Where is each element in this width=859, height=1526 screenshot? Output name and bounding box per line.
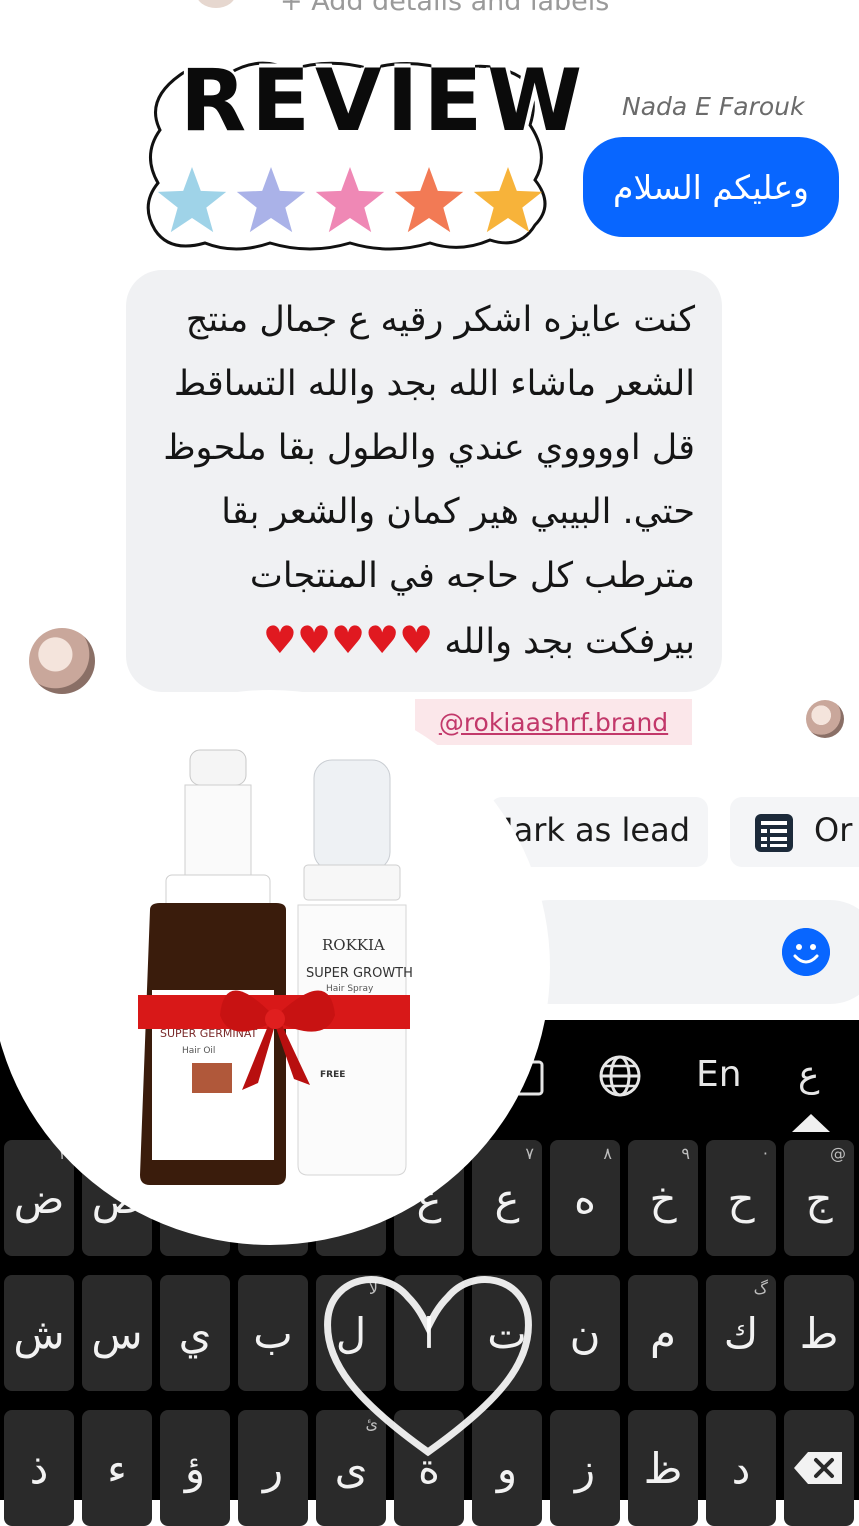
emoji-icon[interactable]	[782, 928, 830, 976]
key-label: ر	[262, 1443, 284, 1493]
incoming-message-text: كنت عايزه اشكر رقيه ع جمال منتج الشعر ما…	[150, 288, 695, 674]
right-bottle-brand: ROKKIA	[322, 936, 385, 954]
key-1-10[interactable]: ح ·	[706, 1140, 776, 1256]
key-label: ظ	[643, 1443, 683, 1493]
order-label: Or	[814, 811, 853, 849]
outgoing-message[interactable]: وعليكم السلام	[583, 137, 839, 237]
add-details-labels-link[interactable]: + Add details and labels	[280, 0, 609, 17]
key-3-8[interactable]: ز	[550, 1410, 620, 1526]
language-en[interactable]: En	[696, 1054, 742, 1095]
key-label: ذ	[29, 1443, 49, 1493]
message-line: كنت عايزه اشكر رقيه ع جمال منتج	[185, 300, 695, 340]
key-1-7[interactable]: ع٧	[472, 1140, 542, 1256]
key-label: خ	[649, 1173, 677, 1223]
key-2-10[interactable]: كگ	[706, 1275, 776, 1391]
collapse-up-icon[interactable]	[790, 1112, 832, 1134]
key-label: ض	[13, 1173, 65, 1223]
language-arabic[interactable]: ع	[798, 1054, 819, 1095]
key-1-8[interactable]: ه٨	[550, 1140, 620, 1256]
review-title: REVIEW	[180, 51, 588, 151]
key-2-1[interactable]: ش	[4, 1275, 74, 1391]
key-3-1[interactable]: ذ	[4, 1410, 74, 1526]
key-hint: @	[830, 1144, 846, 1163]
key-2-8[interactable]: ن	[550, 1275, 620, 1391]
key-label: ب	[253, 1308, 293, 1358]
key-hint: ٩	[681, 1144, 690, 1163]
brand-tag[interactable]: @rokiaashrf.brand	[415, 699, 692, 745]
key-2-11[interactable]: ط	[784, 1275, 854, 1391]
left-bottle-subtitle: Hair Oil	[182, 1046, 215, 1056]
key-label: ح	[727, 1173, 755, 1223]
key-3-2[interactable]: ء	[82, 1410, 152, 1526]
key-label: ن	[569, 1308, 601, 1358]
heart-sticker-icon	[324, 1276, 532, 1457]
message-line: مترطب كل حاجه في المنتجات	[249, 556, 695, 596]
message-line-last: بيرفكت بجد والله ♥♥♥♥♥	[150, 608, 695, 674]
key-3-3[interactable]: ؤ	[160, 1410, 230, 1526]
key-label: د	[731, 1443, 751, 1493]
message-line: قل اووووي عندي والطول بقا ملحوظ	[163, 428, 695, 468]
top-avatar	[196, 0, 236, 8]
key-hint: گ	[753, 1279, 768, 1298]
right-bottle-label: SUPER GROWTH	[306, 966, 413, 981]
hearts-emoji: ♥♥♥♥♥	[262, 618, 434, 662]
key-label: ز	[574, 1443, 596, 1493]
key-hint: ·	[762, 1144, 768, 1163]
key-label: ش	[13, 1308, 65, 1358]
key-3-4[interactable]: ر	[238, 1410, 308, 1526]
key-label: ك	[723, 1308, 759, 1358]
key-hint: ٧	[525, 1144, 534, 1163]
product-bottles: SUPER GERMINAT Hair Oil ROKKIA SUPER GRO…	[138, 749, 413, 1185]
order-button[interactable]: Or	[730, 797, 859, 867]
key-label: ط	[799, 1308, 839, 1358]
backspace-key[interactable]	[784, 1410, 854, 1526]
key-label: ؤ	[184, 1443, 206, 1493]
key-1-11[interactable]: ج @	[784, 1140, 854, 1256]
key-label: س	[91, 1308, 143, 1358]
seen-avatar	[806, 700, 844, 738]
message-line: الشعر ماشاء الله بجد والله التساقط	[173, 364, 695, 404]
key-2-2[interactable]: س	[82, 1275, 152, 1391]
key-1-1[interactable]: ض١	[4, 1140, 74, 1256]
order-list-icon	[755, 814, 793, 852]
right-bottle-free-label: FREE	[320, 1070, 345, 1080]
key-2-9[interactable]: م	[628, 1275, 698, 1391]
key-label: ع	[494, 1173, 520, 1223]
key-2-3[interactable]: ي	[160, 1275, 230, 1391]
backspace-icon	[794, 1452, 842, 1484]
key-label: ه	[573, 1173, 596, 1223]
key-3-9[interactable]: ظ	[628, 1410, 698, 1526]
key-label: ي	[178, 1308, 212, 1358]
key-label: ء	[107, 1443, 127, 1493]
sender-name: Nada E Farouk	[622, 92, 805, 121]
message-line: حتي. البيبي هير كمان والشعر بقا	[221, 492, 695, 532]
brand-handle[interactable]: @rokiaashrf.brand	[439, 708, 668, 737]
message-line: بيرفكت بجد والله	[444, 622, 695, 662]
key-label: م	[649, 1308, 676, 1358]
key-1-9[interactable]: خ٩	[628, 1140, 698, 1256]
key-2-4[interactable]: ب	[238, 1275, 308, 1391]
globe-icon[interactable]	[598, 1054, 642, 1098]
right-bottle-subtitle: Hair Spray	[326, 984, 374, 994]
contact-avatar[interactable]	[29, 628, 95, 694]
key-label: ج	[805, 1173, 833, 1223]
key-3-10[interactable]: د	[706, 1410, 776, 1526]
key-hint: ٨	[603, 1144, 612, 1163]
